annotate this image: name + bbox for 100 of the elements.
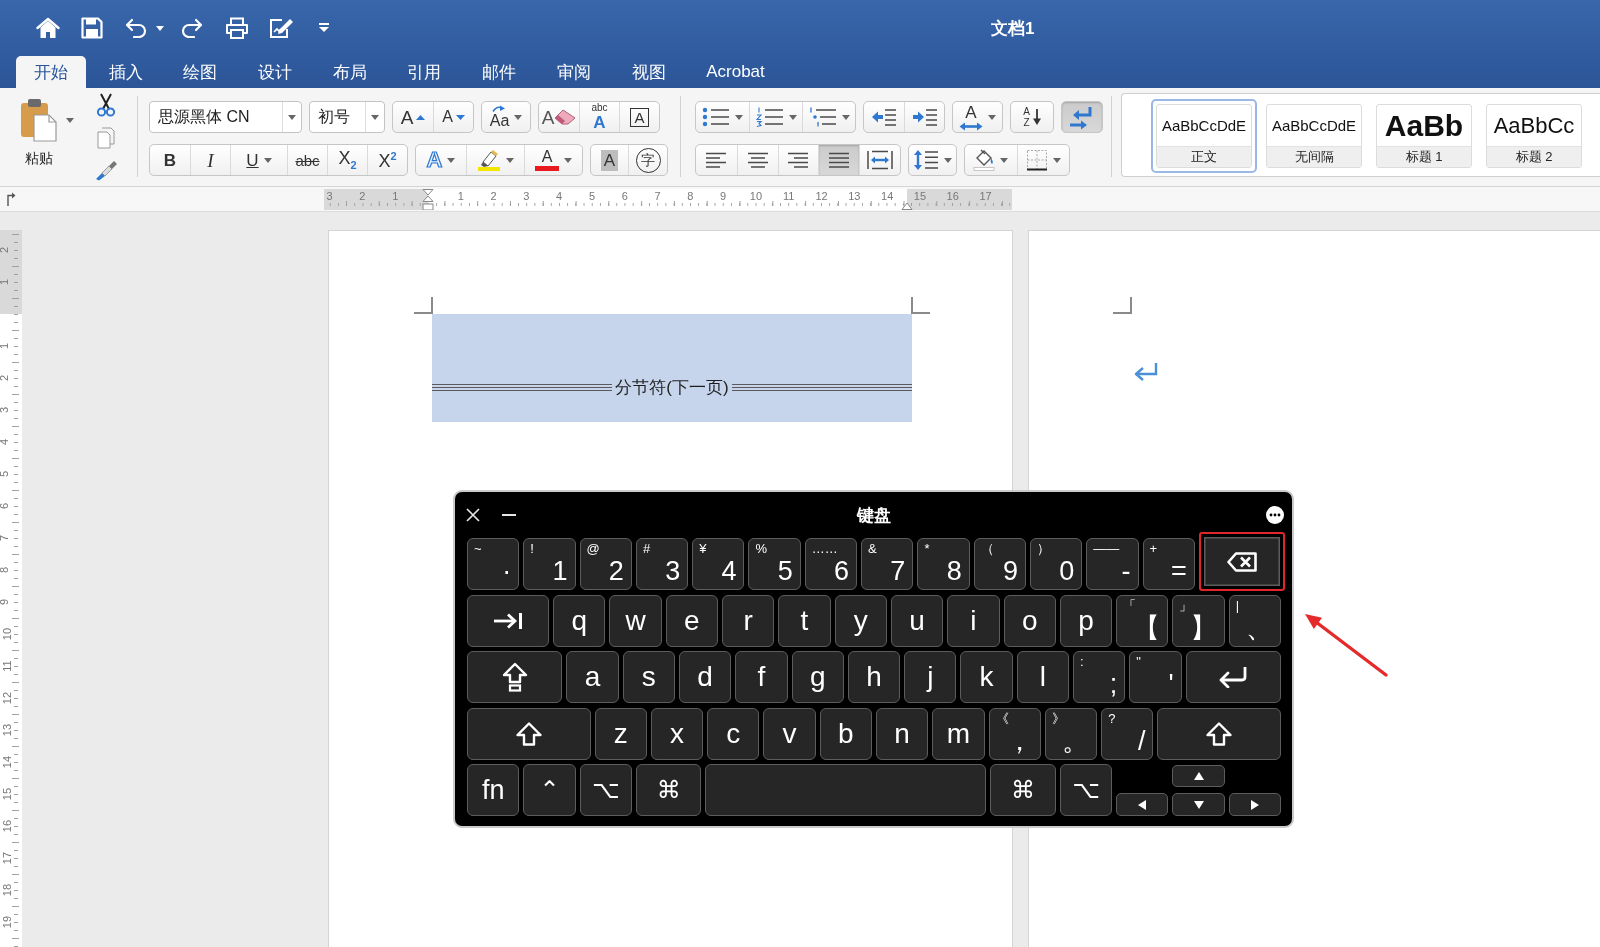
key[interactable]: 「 【 bbox=[1116, 594, 1169, 647]
clear-formatting-button[interactable]: A bbox=[539, 102, 579, 132]
letter-key[interactable]: y bbox=[834, 594, 887, 647]
ribbon-tab[interactable]: 设计 bbox=[240, 56, 311, 88]
ribbon-tab[interactable]: 引用 bbox=[389, 56, 460, 88]
key[interactable]: 」 】 bbox=[1172, 594, 1225, 647]
font-color-button[interactable]: A bbox=[524, 145, 582, 175]
letter-key[interactable]: c bbox=[707, 707, 760, 760]
command-key[interactable]: ⌘ bbox=[635, 764, 702, 816]
scissors-icon[interactable] bbox=[96, 93, 116, 117]
key[interactable]: + = bbox=[1142, 538, 1195, 590]
letter-key[interactable]: w bbox=[609, 594, 662, 647]
character-shading-button[interactable]: A bbox=[591, 145, 628, 175]
key[interactable]: & 7 bbox=[861, 538, 914, 590]
edit-document-icon[interactable] bbox=[268, 17, 294, 39]
letter-key[interactable]: f bbox=[735, 651, 788, 703]
key[interactable]: …… 6 bbox=[804, 538, 858, 590]
delete-key[interactable] bbox=[1198, 532, 1285, 591]
paste-button[interactable]: 粘贴 bbox=[18, 88, 60, 186]
key[interactable]: " ' bbox=[1129, 651, 1182, 703]
corner-arrow-icon[interactable] bbox=[6, 192, 16, 206]
letter-key[interactable]: b bbox=[819, 707, 872, 760]
sort-button[interactable]: A Z bbox=[1010, 101, 1054, 133]
ribbon-tab[interactable]: 开始 bbox=[16, 56, 86, 88]
arrow-key[interactable] bbox=[1116, 793, 1169, 816]
letter-key[interactable]: i bbox=[947, 594, 1000, 647]
letter-key[interactable]: q bbox=[553, 594, 606, 647]
more-icon[interactable] bbox=[1266, 506, 1284, 524]
letter-key[interactable]: k bbox=[960, 651, 1013, 703]
subscript-button[interactable]: X$_{2}$ bbox=[327, 145, 367, 175]
tab-key[interactable] bbox=[467, 594, 550, 647]
italic-button[interactable]: I bbox=[190, 145, 230, 175]
fn-key[interactable]: fn bbox=[467, 764, 520, 816]
control-key[interactable]: ⌃ bbox=[523, 764, 576, 816]
justify-button[interactable] bbox=[818, 145, 860, 175]
arrow-key[interactable] bbox=[1228, 793, 1281, 816]
command-key[interactable]: ⌘ bbox=[990, 764, 1056, 816]
print-icon[interactable] bbox=[225, 17, 249, 39]
letter-key[interactable]: v bbox=[763, 707, 816, 760]
key[interactable]: ~ · bbox=[467, 538, 520, 590]
redo-icon[interactable] bbox=[181, 18, 203, 38]
font-name-dropdown[interactable]: 思源黑体 CN bbox=[149, 101, 302, 133]
key[interactable]: * 8 bbox=[917, 538, 970, 590]
key[interactable]: : ; bbox=[1073, 651, 1126, 703]
key[interactable]: % 5 bbox=[748, 538, 801, 590]
text-direction-button[interactable]: A bbox=[952, 101, 1003, 133]
key[interactable]: ? / bbox=[1101, 707, 1154, 760]
shift-key[interactable] bbox=[467, 707, 591, 760]
key[interactable]: 》 。 bbox=[1044, 707, 1098, 760]
line-spacing-button[interactable] bbox=[908, 144, 957, 176]
ribbon-tab[interactable]: 视图 bbox=[613, 56, 684, 88]
letter-key[interactable]: a bbox=[566, 651, 619, 703]
ribbon-tab[interactable]: 审阅 bbox=[538, 56, 609, 88]
ribbon-tab[interactable]: 布局 bbox=[314, 56, 385, 88]
paintbrush-icon[interactable] bbox=[94, 159, 118, 181]
phonetic-guide-button[interactable]: abc A bbox=[579, 102, 619, 132]
caret-icon[interactable] bbox=[66, 118, 74, 123]
letter-key[interactable]: g bbox=[791, 651, 844, 703]
close-icon[interactable] bbox=[466, 508, 480, 522]
letter-key[interactable]: u bbox=[890, 594, 944, 647]
key[interactable]: # 3 bbox=[635, 538, 689, 590]
ribbon-tab[interactable]: 插入 bbox=[90, 56, 161, 88]
option-key[interactable]: ⌥ bbox=[1059, 764, 1113, 816]
key[interactable]: （ 9 bbox=[973, 538, 1026, 590]
save-icon[interactable] bbox=[81, 17, 103, 39]
letter-key[interactable]: d bbox=[678, 651, 732, 703]
shrink-font-button[interactable]: A bbox=[433, 102, 473, 132]
caret-icon[interactable] bbox=[156, 25, 164, 31]
letter-key[interactable]: j bbox=[904, 651, 957, 703]
font-size-dropdown[interactable]: 初号 bbox=[309, 101, 385, 133]
key[interactable]: | 、 bbox=[1228, 594, 1281, 647]
change-case-button[interactable]: Aa bbox=[481, 101, 531, 133]
style-option[interactable]: AaBbCcDdE 正文 bbox=[1151, 99, 1257, 173]
letter-key[interactable]: z bbox=[594, 707, 647, 760]
bold-button[interactable]: B bbox=[150, 145, 190, 175]
show-marks-button[interactable] bbox=[1061, 101, 1103, 133]
arrow-key[interactable] bbox=[1172, 765, 1225, 787]
key[interactable]: @ 2 bbox=[579, 538, 632, 590]
letter-key[interactable]: l bbox=[1016, 651, 1070, 703]
key[interactable]: ） 0 bbox=[1029, 538, 1083, 590]
letter-key[interactable]: s bbox=[622, 651, 675, 703]
letter-key[interactable]: m bbox=[932, 707, 985, 760]
ribbon-tab[interactable]: Acrobat bbox=[688, 56, 783, 88]
return-key[interactable] bbox=[1185, 651, 1281, 703]
letter-key[interactable]: p bbox=[1059, 594, 1113, 647]
key[interactable]: ! 1 bbox=[523, 538, 576, 590]
grow-font-button[interactable]: A bbox=[393, 102, 433, 132]
letter-key[interactable]: t bbox=[778, 594, 831, 647]
letter-key[interactable]: x bbox=[650, 707, 704, 760]
strikethrough-button[interactable]: abc bbox=[287, 145, 327, 175]
ribbon-tab[interactable]: 绘图 bbox=[165, 56, 236, 88]
underline-button[interactable]: U bbox=[230, 145, 287, 175]
letter-key[interactable]: o bbox=[1003, 594, 1056, 647]
key[interactable]: ¥ 4 bbox=[692, 538, 745, 590]
key[interactable]: 《 ， bbox=[988, 707, 1041, 760]
ribbon-tab[interactable]: 邮件 bbox=[464, 56, 535, 88]
shift-key[interactable] bbox=[1157, 707, 1281, 760]
superscript-button[interactable]: X$^{2}$ bbox=[367, 145, 407, 175]
character-border-button[interactable]: A bbox=[619, 102, 659, 132]
letter-key[interactable]: n bbox=[876, 707, 929, 760]
